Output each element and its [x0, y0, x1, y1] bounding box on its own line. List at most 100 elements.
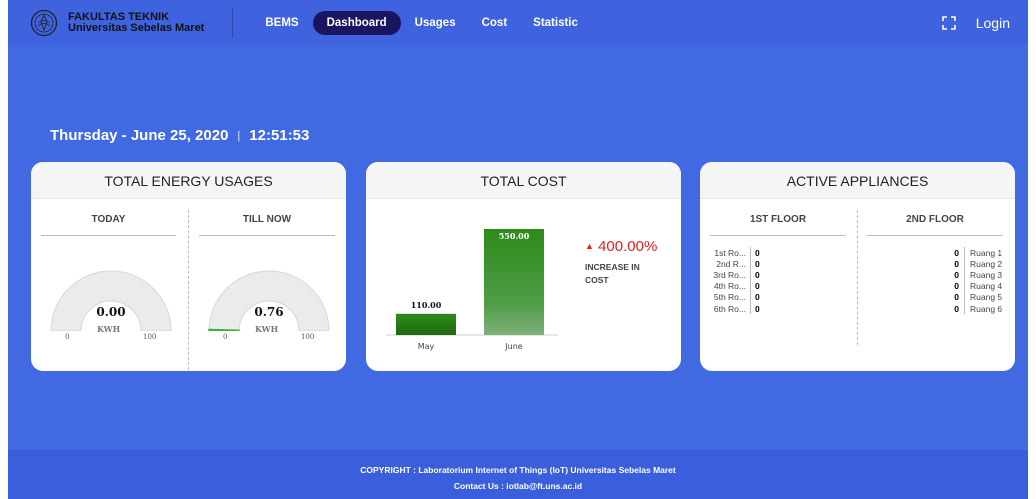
floor1-label: 1ST FLOOR	[749, 214, 807, 225]
room-name: Ruang 3	[970, 269, 1003, 280]
appliances-card-title: ACTIVE APPLIANCES	[700, 162, 1015, 199]
till-now-gauge-fill	[208, 328, 240, 332]
today-label: TODAY	[91, 214, 126, 225]
today-divider	[41, 235, 176, 236]
main-nav: BEMS Dashboard Usages Cost Statistic	[253, 10, 592, 35]
current-date: Thursday - June 25, 2020	[50, 127, 229, 144]
nav-dashboard[interactable]: Dashboard	[312, 10, 401, 35]
current-time: 12:51:53	[249, 127, 310, 144]
floor2-label: 2ND FLOOR	[906, 214, 964, 225]
till-now-max: 100	[301, 333, 315, 341]
active-appliances-card: ACTIVE APPLIANCES 1ST FLOOR 2ND FLOOR 1s…	[700, 162, 1015, 371]
cost-bar-may	[396, 313, 456, 335]
list-item: 0 Ruang 1	[900, 247, 1005, 259]
bar-data-label: 110.00	[411, 300, 442, 310]
room-name: Ruang 1	[970, 247, 1003, 258]
increase-label: INCREASE IN COST	[585, 262, 640, 285]
room-name: Ruang 4	[970, 281, 1003, 292]
brand-line1: FAKULTAS TEKNIK	[68, 10, 170, 23]
energy-usage-card: TOTAL ENERGY USAGES TODAY TILL NOW 0.00 …	[31, 162, 346, 371]
nav-statistic[interactable]: Statistic	[521, 11, 590, 35]
datetime: Thursday - June 25, 2020 | 12:51:53	[50, 127, 309, 144]
university-seal-icon	[30, 9, 58, 37]
column-divider	[188, 210, 189, 370]
room-count: 0	[755, 281, 760, 292]
till-now-gauge: 0.76 KWH 0 100	[207, 269, 331, 341]
room-count: 0	[954, 247, 959, 258]
cost-increase: ▲ 400.00%	[585, 238, 657, 255]
nav-cost[interactable]: Cost	[470, 11, 520, 35]
energy-card-title: TOTAL ENERGY USAGES	[31, 162, 346, 199]
till-now-label: TILL NOW	[242, 214, 292, 225]
floor1-divider	[710, 235, 846, 236]
list-item: 2nd R... 0	[706, 258, 760, 270]
room-count: 0	[954, 281, 959, 292]
room-name: Ruang 5	[970, 292, 1003, 303]
floor-divider	[857, 210, 858, 345]
list-item: 4th Ro... 0	[706, 280, 760, 292]
triangle-up-icon: ▲	[585, 241, 594, 251]
till-now-divider	[199, 235, 335, 236]
nav-bems[interactable]: BEMS	[253, 11, 310, 35]
brand-line2: Universitas Sebelas Maret	[68, 21, 205, 34]
floor2-room-list: 0 Ruang 1 0 Ruang 2 0 Ruang 3 0 Ruang 4 0 Rua…	[900, 247, 1005, 315]
room-name: 3rd Ro...	[713, 269, 746, 280]
list-item: 6th Ro... 0	[706, 302, 760, 315]
floor1-room-list: 1st Ro... 0 2nd R... 0 3rd Ro... 0 4th Ro..…	[706, 247, 760, 315]
till-now-unit: KWH	[255, 324, 279, 334]
today-gauge: 0.00 KWH 0 100	[49, 269, 173, 341]
room-count: 0	[755, 303, 760, 314]
list-item: 1st Ro... 0	[706, 247, 760, 259]
footer-contact[interactable]: Contact Us : iotlab@ft.uns.ac.id	[8, 478, 1028, 494]
app-root: FAKULTAS TEKNIK Universitas Sebelas Mare…	[8, 0, 1028, 499]
datetime-separator: |	[237, 129, 241, 142]
room-count: 0	[755, 247, 760, 258]
bar-data-label: 550.00	[499, 231, 530, 241]
brand-divider	[232, 7, 234, 38]
room-count: 0	[954, 303, 959, 314]
room-count: 0	[755, 292, 760, 303]
today-unit: KWH	[97, 324, 121, 334]
list-item: 3rd Ro... 0	[706, 269, 760, 281]
room-count: 0	[755, 258, 760, 269]
total-cost-card: TOTAL COST 110.00 May 550.00 June ▲ 400.00%…	[366, 162, 681, 371]
cost-card-title: TOTAL COST	[366, 162, 681, 199]
list-item: 0 Ruang 2	[900, 258, 1005, 270]
room-name: Ruang 6	[970, 303, 1003, 314]
top-navbar: FAKULTAS TEKNIK Universitas Sebelas Mare…	[8, 0, 1028, 45]
floor2-divider	[867, 235, 1003, 236]
list-item: 0 Ruang 6	[900, 302, 1005, 315]
brand[interactable]: FAKULTAS TEKNIK Universitas Sebelas Mare…	[8, 0, 204, 45]
footer-copyright: COPYRIGHT : Laboratorium Internet of Thi…	[360, 465, 676, 475]
nav-usages[interactable]: Usages	[403, 11, 468, 35]
category-label: June	[504, 342, 523, 351]
increase-percent: 400.00%	[598, 238, 658, 255]
list-item: 0 Ruang 3	[900, 269, 1005, 281]
room-count: 0	[954, 292, 959, 303]
cost-bar-june	[484, 229, 544, 335]
room-count: 0	[954, 258, 959, 269]
cost-bar-chart: 110.00 May 550.00 June	[386, 229, 558, 351]
room-name: 2nd R...	[716, 258, 746, 269]
till-now-min: 0	[223, 333, 228, 341]
room-name: 5th Ro...	[713, 292, 746, 303]
list-item: 0 Ruang 4	[900, 280, 1005, 292]
nav-right: Login	[940, 14, 1028, 32]
room-name: Ruang 2	[970, 258, 1003, 269]
room-name: 6th Ro...	[713, 303, 746, 314]
footer: COPYRIGHT : Laboratorium Internet of Thi…	[8, 450, 1028, 499]
room-count: 0	[755, 269, 760, 280]
room-count: 0	[954, 269, 959, 280]
today-value: 0.00	[96, 305, 126, 319]
fullscreen-icon[interactable]	[940, 14, 958, 32]
till-now-value: 0.76	[254, 305, 284, 319]
room-name: 1st Ro...	[714, 247, 746, 258]
login-link[interactable]: Login	[976, 15, 1010, 31]
brand-text: FAKULTAS TEKNIK Universitas Sebelas Mare…	[68, 10, 205, 34]
today-min: 0	[65, 333, 70, 341]
category-label: May	[418, 342, 435, 351]
list-item: 5th Ro... 0	[706, 291, 760, 303]
list-item: 0 Ruang 5	[900, 291, 1005, 303]
today-max: 100	[143, 333, 157, 341]
room-name: 4th Ro...	[713, 281, 746, 292]
